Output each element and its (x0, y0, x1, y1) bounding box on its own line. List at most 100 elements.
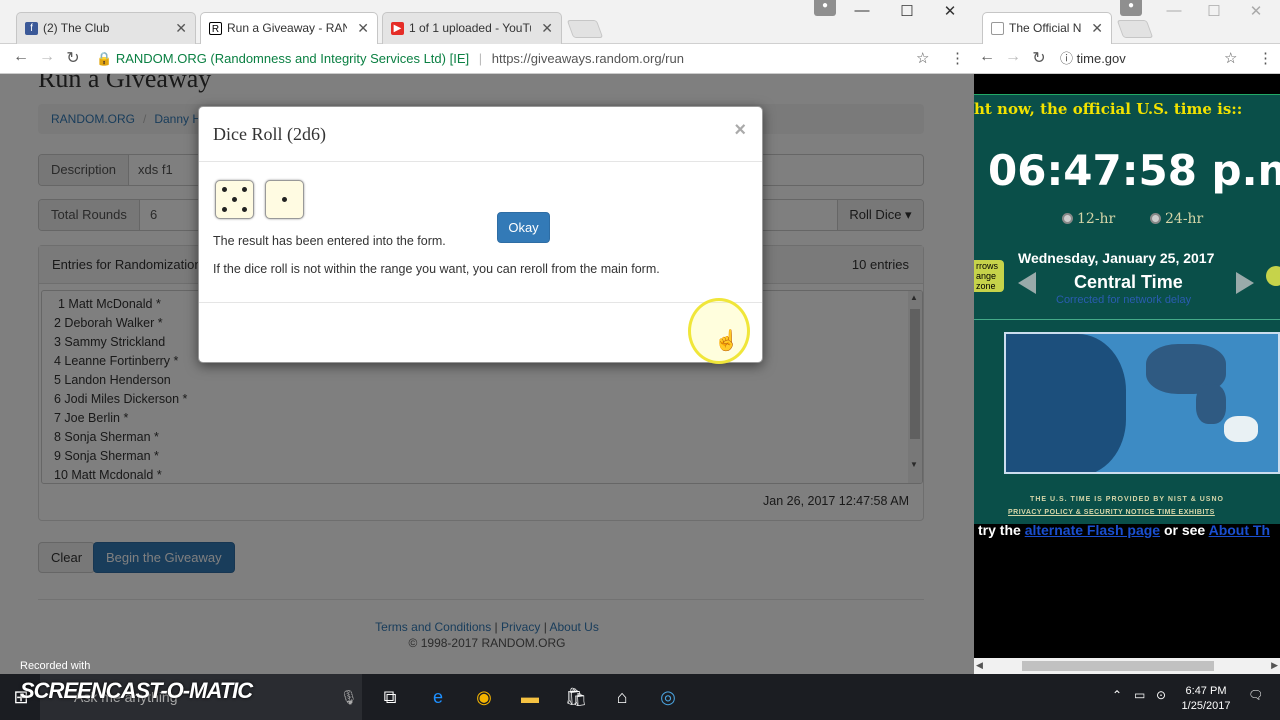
user-profile-icon[interactable]: ● (814, 0, 836, 16)
user-profile-icon[interactable]: ● (1120, 0, 1142, 16)
minimize-button[interactable]: — (1154, 2, 1194, 19)
forward-icon[interactable]: → (1002, 48, 1024, 66)
tab-facebook[interactable]: f (2) The Club ✕ (16, 12, 196, 44)
edge-icon[interactable]: e (425, 684, 451, 710)
facebook-icon: f (25, 22, 38, 35)
flash-text: try the (978, 522, 1025, 538)
official-time: 06:47:58 p.m (988, 146, 1280, 195)
menu-icon[interactable]: ⋮ (950, 49, 965, 67)
headline: ht now, the official U.S. time is:: (974, 100, 1243, 118)
bookmark-star-icon[interactable]: ☆ (916, 49, 929, 67)
youtube-icon: ▶ (391, 22, 404, 35)
close-tab-icon[interactable]: ✕ (175, 20, 187, 37)
maximize-button[interactable]: ☐ (1194, 2, 1234, 20)
divider (974, 319, 1280, 320)
address-bar[interactable]: 🔒 RANDOM.ORG (Randomness and Integrity S… (96, 46, 906, 72)
time-zone: Central Time (1074, 272, 1183, 292)
world-map (1004, 332, 1280, 474)
horizontal-scrollbar[interactable]: ◀ ▶ (974, 658, 1280, 674)
browser-window-right: The Official N ✕ ● — ☐ ✕ ← → ↻ ⓘ time.go… (974, 0, 1280, 674)
nist-links[interactable]: PRIVACY POLICY & SECURITY NOTICE TIME EX… (1008, 509, 1215, 516)
chrome-icon[interactable]: ◉ (471, 684, 497, 710)
option-label: 12-hr (1077, 211, 1116, 227)
home-icon[interactable]: ⌂ (609, 684, 635, 710)
scrollbar-thumb[interactable] (1022, 661, 1214, 671)
nist-credit: THE U.S. TIME IS PROVIDED BY NIST & USNO (1030, 496, 1224, 503)
network-icon[interactable]: ⊙ (1156, 688, 1166, 702)
dice-roll-modal: Dice Roll (2d6) × The result has been en… (198, 106, 763, 363)
flash-text: or see (1160, 522, 1209, 538)
modal-result-text: The result has been entered into the for… (213, 234, 446, 248)
side-badge-icon[interactable] (1266, 266, 1280, 286)
die-pip (242, 207, 247, 212)
clock-time: 6:47 PM (1185, 685, 1227, 697)
reload-icon[interactable]: ↻ (62, 48, 84, 68)
tray-chevron-icon[interactable]: ⌃ (1112, 688, 1122, 702)
system-clock[interactable]: 6:47 PM 1/25/2017 (1180, 684, 1232, 714)
watermark-caption: Recorded with (20, 660, 91, 672)
die-pip (232, 197, 237, 202)
maximize-button[interactable]: ☐ (887, 2, 927, 20)
die-pip (222, 187, 227, 192)
watermark-logo: SCREENCAST-O-MATIC (20, 678, 253, 703)
time-gov-page: ht now, the official U.S. time is:: 06:4… (974, 74, 1280, 674)
about-link[interactable]: About Th (1209, 522, 1270, 538)
store-icon[interactable]: 🛍 (563, 684, 589, 710)
option-24hr[interactable]: 24-hr (1150, 211, 1203, 227)
radio-icon (1062, 213, 1073, 224)
action-center-icon[interactable]: 🗨 (1248, 688, 1263, 702)
night-shade (1006, 334, 1126, 472)
radio-icon (1150, 213, 1161, 224)
microphone-icon[interactable]: 🎙 (340, 674, 358, 720)
next-zone-arrow-icon[interactable] (1236, 272, 1254, 294)
close-tab-icon[interactable]: ✕ (1091, 20, 1103, 37)
security-label: RANDOM.ORG (Randomness and Integrity Ser… (115, 51, 470, 66)
tab-time-gov[interactable]: The Official N ✕ (982, 12, 1112, 44)
url-text: time.gov (1076, 51, 1126, 66)
url-text: https://giveaways.random.org/run (491, 51, 684, 66)
address-bar[interactable]: ⓘ time.gov (1060, 46, 1220, 72)
menu-icon[interactable]: ⋮ (1258, 49, 1273, 67)
close-tab-icon[interactable]: ✕ (541, 20, 553, 37)
minimize-button[interactable]: — (842, 2, 882, 19)
scroll-right-icon[interactable]: ▶ (1271, 660, 1278, 671)
new-tab-button[interactable] (566, 20, 604, 38)
flash-link[interactable]: alternate Flash page (1025, 522, 1160, 538)
address-toolbar: ← → ↻ ⓘ time.gov ☆ ⋮ (974, 44, 1280, 74)
back-icon[interactable]: ← (976, 48, 998, 66)
landmass-indonesia (1196, 384, 1226, 424)
forward-icon[interactable]: → (36, 48, 58, 66)
tab-strip: f (2) The Club ✕ R Run a Giveaway - RAND… (0, 0, 974, 44)
separator: | (478, 51, 483, 66)
bookmark-star-icon[interactable]: ☆ (1224, 49, 1237, 67)
die-five-icon (215, 180, 254, 219)
modal-footer (199, 302, 762, 303)
power-icon[interactable]: ▭ (1134, 688, 1145, 702)
task-view-icon[interactable]: ⧉ (377, 684, 403, 710)
close-tab-icon[interactable]: ✕ (357, 20, 369, 37)
back-icon[interactable]: ← (10, 48, 32, 66)
correction-note: Corrected for network delay (1056, 294, 1192, 306)
tab-random-org[interactable]: R Run a Giveaway - RANDOM ✕ (200, 12, 378, 44)
close-window-button[interactable]: ✕ (1236, 2, 1276, 20)
previous-zone-arrow-icon[interactable] (1018, 272, 1036, 294)
reload-icon[interactable]: ↻ (1028, 48, 1050, 68)
info-icon: ⓘ (1060, 51, 1074, 66)
close-window-button[interactable]: ✕ (930, 2, 970, 20)
change-zone-tag[interactable]: rrows ange zone (974, 260, 1004, 292)
tab-youtube[interactable]: ▶ 1 of 1 uploaded - YouTube ✕ (382, 12, 562, 44)
hand-cursor-icon: ☝ (714, 330, 739, 352)
option-12hr[interactable]: 12-hr (1062, 211, 1115, 227)
file-explorer-icon[interactable]: ▬ (517, 684, 543, 710)
option-label: 24-hr (1165, 211, 1204, 227)
random-org-icon: R (209, 22, 222, 35)
modal-reroll-text: If the dice roll is not within the range… (213, 262, 660, 276)
landmass-australia (1224, 416, 1258, 442)
screencast-icon[interactable]: ◎ (655, 684, 681, 710)
close-icon[interactable]: × (734, 119, 746, 142)
okay-button[interactable]: Okay (497, 212, 550, 243)
tab-label: The Official N (1009, 21, 1081, 35)
clock-date: 1/25/2017 (1181, 700, 1231, 712)
scroll-left-icon[interactable]: ◀ (976, 660, 983, 671)
new-tab-button[interactable] (1116, 20, 1154, 38)
